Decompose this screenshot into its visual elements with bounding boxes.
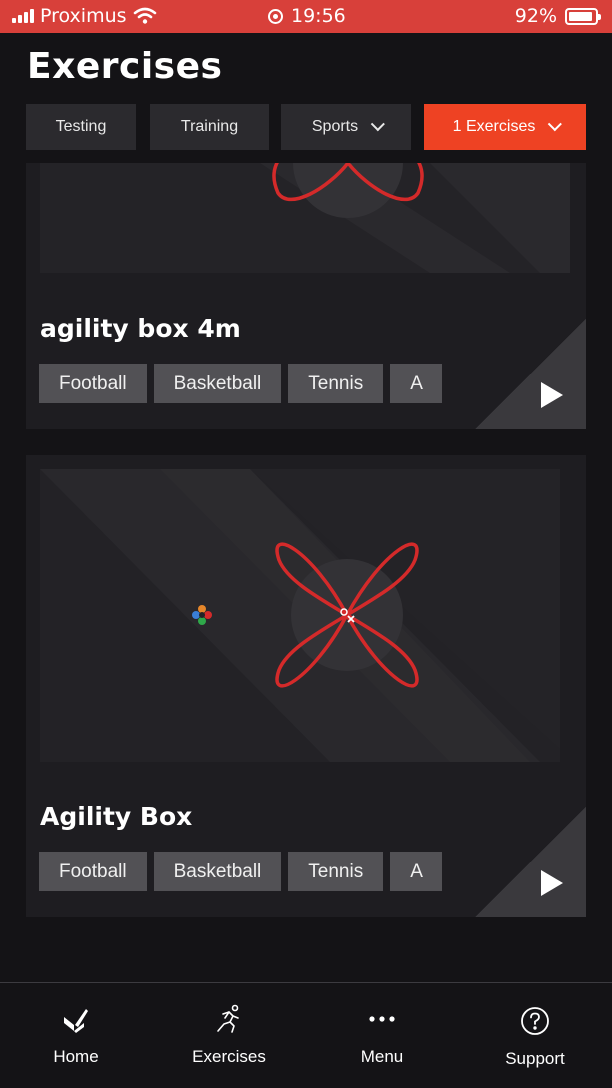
runner-icon: [214, 1001, 244, 1037]
filter-training-button[interactable]: Training: [150, 104, 269, 150]
more-dots-icon: [368, 1001, 396, 1037]
play-icon: [541, 870, 563, 896]
bottom-nav: Home Exercises Menu Support: [0, 982, 612, 1088]
carrier-group: Proximus: [12, 5, 157, 27]
carrier-name: Proximus: [40, 5, 127, 27]
filter-testing-button[interactable]: Testing: [26, 104, 136, 150]
sport-tag: Basketball: [153, 852, 282, 891]
filter-label: Training: [180, 118, 239, 135]
nav-home[interactable]: Home: [36, 983, 116, 1088]
filter-exercises-dropdown[interactable]: 1 Exercises: [424, 104, 586, 150]
nav-menu[interactable]: Menu: [342, 983, 422, 1088]
battery-percent: 92%: [514, 5, 557, 27]
signal-icon: [12, 9, 34, 23]
exercise-list[interactable]: agility box 4m Football Basketball Tennis A: [0, 163, 612, 981]
play-icon: [541, 382, 563, 408]
play-button[interactable]: [475, 807, 586, 917]
filter-label: 1 Exercises: [452, 118, 536, 135]
sport-tag: Tennis: [288, 364, 384, 403]
battery-fill: [569, 11, 592, 21]
battery-icon: [565, 7, 601, 25]
sport-tag: Football: [39, 364, 147, 403]
clock-group: 19:56: [268, 5, 346, 27]
exercise-title[interactable]: Agility Box: [40, 802, 192, 831]
nav-label: Menu: [360, 1047, 404, 1066]
nav-label: Home: [53, 1047, 99, 1066]
filter-sports-dropdown[interactable]: Sports: [281, 104, 411, 150]
screen-recording-icon: [268, 8, 283, 24]
help-circle-icon: [520, 1003, 550, 1039]
nav-label: Exercises: [192, 1047, 266, 1066]
battery-group: 92%: [514, 5, 601, 27]
chevron-down-icon: [370, 117, 386, 132]
page-title: Exercises: [27, 46, 223, 87]
sport-tag: Basketball: [153, 364, 282, 403]
nav-exercises[interactable]: Exercises: [184, 983, 274, 1088]
sport-tags: Football Basketball Tennis A: [39, 364, 442, 404]
sport-tag: Tennis: [288, 852, 384, 891]
filter-label: Testing: [55, 118, 107, 135]
sport-tag: Football: [39, 852, 147, 891]
home-logo-icon: [62, 1001, 90, 1037]
exercise-title[interactable]: agility box 4m: [40, 314, 241, 343]
chevron-down-icon: [548, 117, 563, 132]
nav-label: Support: [505, 1049, 565, 1068]
wifi-icon: [133, 7, 156, 24]
clock: 19:56: [291, 5, 346, 27]
sport-tags: Football Basketball Tennis A: [39, 852, 442, 892]
filter-label: Sports: [311, 118, 359, 135]
nav-support[interactable]: Support: [495, 983, 575, 1088]
exercise-card[interactable]: agility box 4m Football Basketball Tennis A: [26, 163, 586, 429]
sport-tag: A: [390, 852, 442, 891]
exercise-thumbnail: [40, 469, 560, 762]
exercise-thumbnail: [40, 163, 570, 273]
exercise-card[interactable]: Agility Box Football Basketball Tennis A: [26, 455, 586, 917]
sport-tag: A: [390, 364, 442, 403]
play-button[interactable]: [475, 319, 586, 429]
status-bar: Proximus 19:56 92%: [0, 0, 612, 33]
